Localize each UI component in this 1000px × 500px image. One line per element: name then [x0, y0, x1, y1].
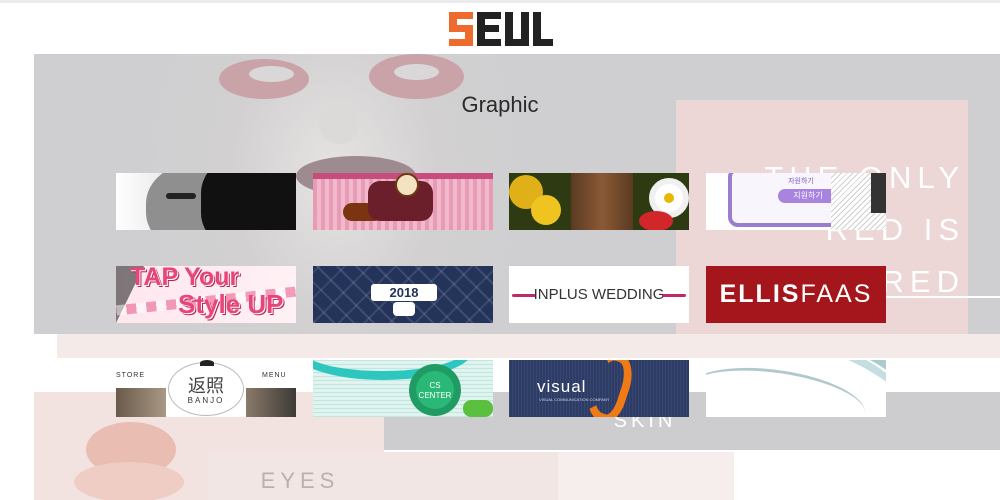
year-ribbon: 2018 [371, 284, 437, 301]
eyes-label: EYES [260, 468, 340, 493]
illustration-hair [201, 173, 296, 230]
portfolio-tile-2018[interactable]: 2018 [313, 266, 493, 323]
face-nose [319, 104, 359, 144]
portfolio-tile-cs-center[interactable]: CS CENTER [313, 360, 493, 417]
sunflower-icon [531, 195, 561, 225]
portfolio-tile-ellis-faas[interactable]: ELLISFAAS [706, 266, 886, 323]
store-label: STORE [116, 372, 145, 379]
portfolio-tile-tap-style[interactable]: TAP Your Style UP [116, 266, 296, 323]
banjo-kanji: 返照 [188, 376, 224, 396]
swirl-right-icon [662, 294, 686, 297]
red-flower-icon [639, 211, 673, 230]
sleeve-cuff [871, 173, 886, 213]
background-panel-right [558, 452, 734, 500]
tap-your-text: TAP Your [130, 266, 240, 291]
portfolio-tile-banjo[interactable]: STORE MENU 返照 BANJO [116, 360, 296, 417]
portfolio-tile-character[interactable] [313, 173, 493, 230]
store-photo [116, 388, 166, 417]
wooden-door [571, 173, 633, 230]
illustration-eye [166, 193, 196, 199]
style-up-text: Style UP [178, 289, 284, 319]
visual-subtitle: VISUAL COMMUNICATION COMPANY [539, 397, 610, 402]
lips-shape-lower [74, 462, 184, 500]
apply-button-graphic: 지원하기 [778, 189, 838, 203]
portfolio-tile-flowers[interactable] [509, 173, 689, 230]
portfolio-tile-portrait[interactable] [116, 173, 296, 230]
face-eye-left [249, 66, 294, 82]
tagline-rule [868, 296, 1000, 298]
clock-icon [395, 173, 419, 197]
ellis-faas-logo: ELLISFAAS [706, 280, 886, 309]
ellis-text: ELLIS [719, 280, 801, 308]
banjo-text: BANJO [187, 396, 225, 405]
section-title: Graphic [461, 92, 539, 117]
menu-label: MENU [262, 372, 287, 379]
visual-text: visual [537, 377, 587, 396]
top-border [0, 0, 1000, 3]
seul-logo[interactable] [447, 10, 555, 48]
background-band [57, 334, 1000, 358]
faas-text: FAAS [800, 280, 873, 308]
phone-label: 자원하기 [788, 178, 814, 185]
bird-icon [200, 360, 214, 366]
portfolio-tile-waves[interactable] [706, 360, 886, 417]
portfolio-tile-inplus[interactable]: INPLUS WEDDING [509, 266, 689, 323]
menu-photo [246, 388, 296, 417]
portfolio-tile-phone[interactable]: 자원하기 지원하기 [706, 173, 886, 230]
telephone-icon [393, 302, 415, 316]
portfolio-tile-visual[interactable]: visual VISUAL COMMUNICATION COMPANY [509, 360, 689, 417]
cs-center-text: CS CENTER [418, 381, 452, 400]
green-shape [463, 400, 493, 417]
face-eye-right [394, 64, 439, 80]
